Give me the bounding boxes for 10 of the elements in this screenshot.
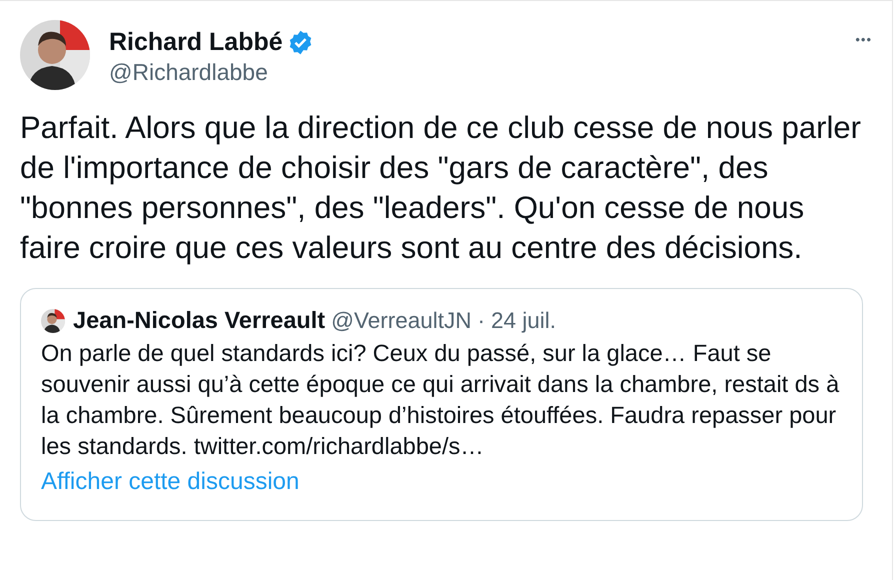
author-handle[interactable]: @Richardlabbe	[109, 58, 268, 86]
quoted-author-name: Jean-Nicolas Verreault	[73, 307, 326, 334]
author-name[interactable]: Richard Labbé	[109, 28, 283, 56]
more-button[interactable]: •••	[855, 32, 872, 47]
separator: ·	[478, 308, 486, 334]
tweet-text: Parfait. Alors que la direction de ce club cesse de nous parler de l'importance de choisir des "gars de caractère", des "bonnes personnes", des "leaders". Qu'on cesse de nous faire croire que ces valeurs sont au centre des décisions.	[20, 109, 862, 267]
tweet-date: 24 juil.	[491, 308, 556, 334]
quoted-author-handle: @VerreaultJN	[331, 308, 472, 334]
quoted-tweet-card[interactable]	[20, 288, 863, 521]
quoted-tweet-text: On parle de quel standards ici? Ceux du passé, sur la glace… Faut se souvenir aussi qu’à cette époque ce qui arrivait dans la chambre, restait ds à la chambre. Sûrement beaucoup d’histoires étouffées. Faudra repasser pour les standards. twitter.com/richardlabbe/s…	[41, 339, 840, 461]
